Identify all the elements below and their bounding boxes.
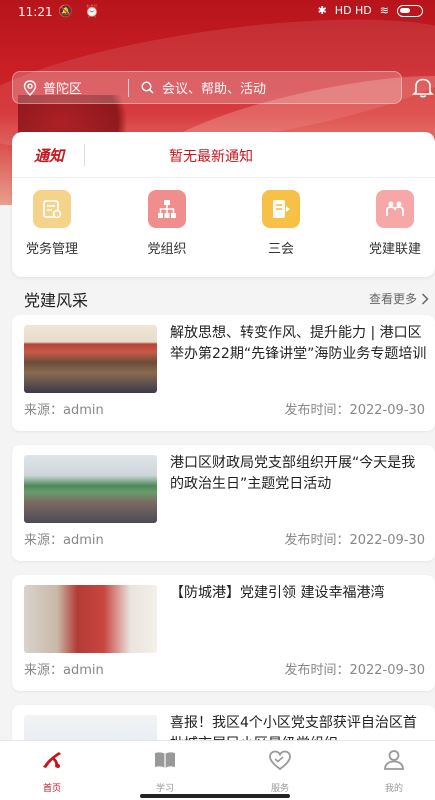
- article-source: 来源：admin: [24, 533, 104, 548]
- search-icon: [141, 81, 154, 94]
- article-time: 发布时间：2022-09-30: [284, 533, 425, 548]
- signal-text: HD HD: [334, 4, 372, 17]
- status-right: ✱ HD HD ≋: [318, 4, 423, 17]
- tab-service[interactable]: 服务: [250, 747, 310, 794]
- location-label: 普陀区: [43, 82, 83, 97]
- status-time: 11:21: [18, 5, 53, 19]
- view-more-link[interactable]: 查看更多: [369, 290, 429, 307]
- tab-label: 学习: [155, 784, 174, 794]
- notice-tag: 通知: [34, 147, 65, 165]
- article-title: 港口区财政局党支部组织开展“今天是我的政治生日”主题党日活动: [170, 455, 416, 492]
- bluetooth-icon: ✱: [317, 4, 327, 17]
- view-more-label: 查看更多: [368, 292, 417, 306]
- quick-link-party-alliance[interactable]: 党建联建: [350, 190, 435, 257]
- tab-home[interactable]: 首页: [22, 747, 82, 794]
- article-card[interactable]: 解放思想、转变作风、提升能力 | 港口区举办第22期“先锋讲堂”海防业务专题培训…: [12, 315, 435, 431]
- people-icon: [376, 190, 414, 228]
- article-thumbnail: [24, 585, 157, 653]
- quick-link-label: 党建联建: [368, 242, 421, 257]
- battery-icon: [397, 4, 423, 17]
- tab-label: 服务: [270, 784, 289, 794]
- search-placeholder: 会议、帮助、活动: [162, 82, 267, 97]
- quick-link-label: 三会: [267, 242, 294, 257]
- quick-link-label: 党务管理: [25, 242, 78, 257]
- bottom-tab-bar: 首页 学习 服务 我的: [0, 740, 435, 800]
- meeting-icon: [262, 190, 300, 228]
- party-emblem-icon: [43, 752, 61, 768]
- wifi-icon: ≋: [379, 4, 389, 17]
- article-title: 解放思想、转变作风、提升能力 | 港口区举办第22期“先锋讲堂”海防业务专题培训: [170, 325, 427, 362]
- search-bar[interactable]: 普陀区 会议、帮助、活动: [12, 71, 402, 104]
- notice-separator: [84, 144, 85, 166]
- profile-icon: [384, 750, 404, 770]
- tab-profile[interactable]: 我的: [364, 747, 424, 794]
- home-indicator: [140, 794, 290, 798]
- quick-link-three-meetings[interactable]: 三会: [236, 190, 326, 257]
- section-title: 党建风采: [24, 291, 89, 310]
- document-icon: [33, 190, 71, 228]
- article-time: 发布时间：2022-09-30: [284, 403, 425, 418]
- quick-link-party-affairs[interactable]: 党务管理: [7, 190, 97, 257]
- quick-links: 党务管理 党组织 三会 党建联建: [12, 190, 435, 270]
- bell-icon[interactable]: [412, 76, 434, 98]
- tab-label: 我的: [384, 784, 403, 794]
- article-thumbnail: [24, 325, 157, 393]
- notice-row[interactable]: 通知 暂无最新通知: [12, 132, 435, 178]
- status-icons: 🔕 ⏰: [58, 4, 104, 18]
- org-chart-icon: [148, 190, 186, 228]
- quick-link-organization[interactable]: 党组织: [122, 190, 212, 257]
- location-selector[interactable]: 普陀区: [13, 78, 128, 97]
- article-title: 【防城港】党建引领 建设幸福港湾: [170, 585, 385, 601]
- article-source: 来源：admin: [24, 403, 104, 418]
- article-source: 来源：admin: [24, 663, 104, 678]
- heart-handshake-icon: [269, 750, 291, 771]
- article-card[interactable]: 港口区财政局党支部组织开展“今天是我的政治生日”主题党日活动 来源：admin …: [12, 445, 435, 561]
- quick-link-label: 党组织: [147, 242, 187, 257]
- article-time: 发布时间：2022-09-30: [284, 663, 425, 678]
- chevron-right-icon: [421, 292, 429, 305]
- tab-label: 首页: [42, 784, 61, 794]
- book-icon: [155, 752, 175, 768]
- app-screen: 11:21 🔕 ⏰ ✱ HD HD ≋ 普陀区 会议、帮助、活动 通知 暂无最新…: [0, 0, 435, 800]
- location-pin-icon: [23, 79, 37, 96]
- article-card[interactable]: 【防城港】党建引领 建设幸福港湾 来源：admin 发布时间：2022-09-3…: [12, 575, 435, 691]
- article-thumbnail: [24, 455, 157, 523]
- notice-card: 通知 暂无最新通知 党务管理 党组织 三会 党建联建: [12, 132, 435, 277]
- tab-study[interactable]: 学习: [135, 747, 195, 794]
- search-input[interactable]: 会议、帮助、活动: [129, 78, 266, 97]
- status-bar: 11:21 🔕 ⏰ ✱ HD HD ≋: [0, 0, 435, 26]
- notice-text: 暂无最新通知: [169, 149, 253, 165]
